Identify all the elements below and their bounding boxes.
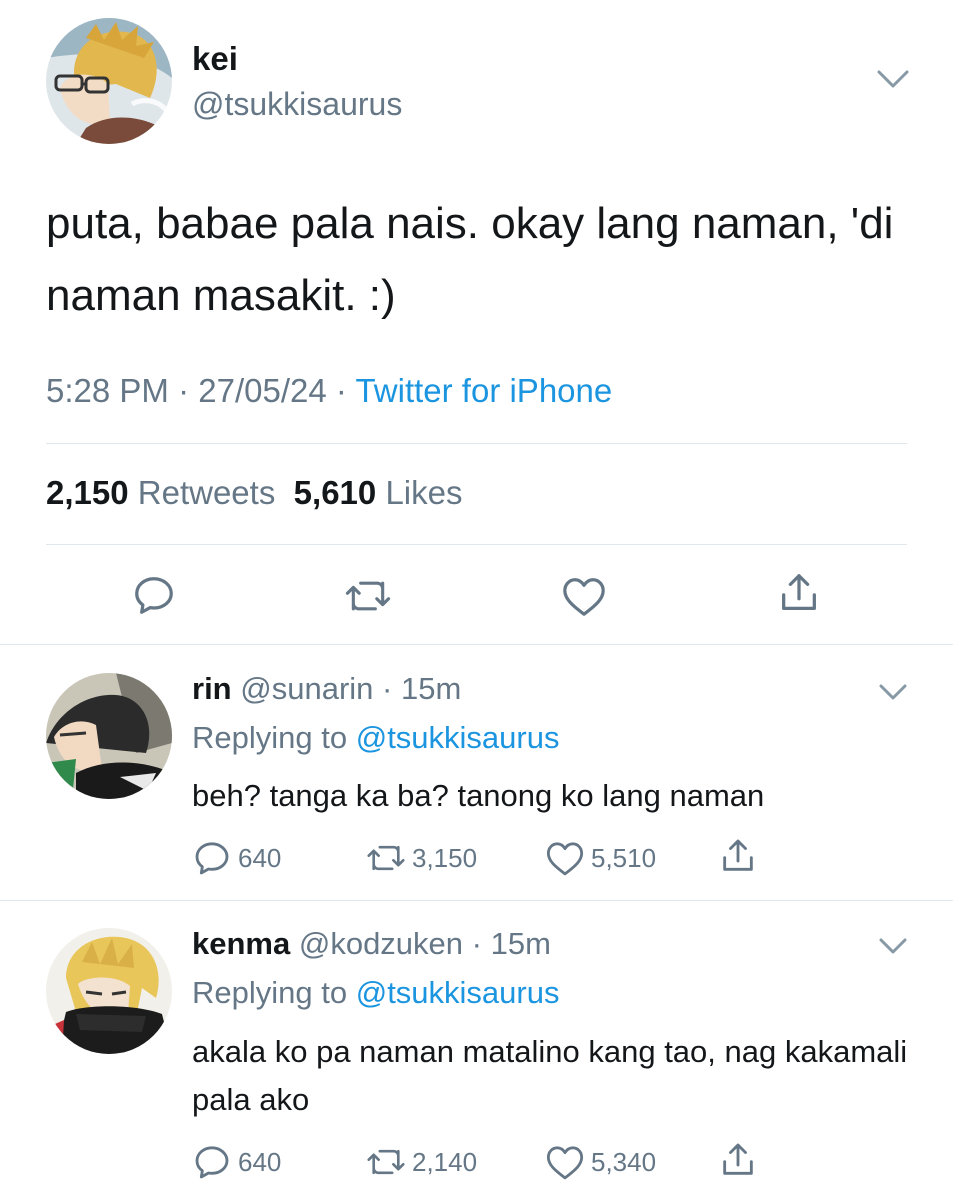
reply-count: 640 [238, 842, 282, 873]
like-action[interactable]: 5,510 [545, 838, 656, 878]
reply-time: 15m [490, 926, 551, 961]
avatar-kenma[interactable] [46, 928, 172, 1054]
reply-action[interactable]: 640 [192, 1142, 281, 1182]
share-icon [723, 1143, 753, 1175]
mention-link[interactable]: @tsukkisaurus [356, 975, 560, 1010]
replying-to: Replying to @tsukkisaurus [192, 720, 559, 756]
reply-action[interactable]: 640 [192, 838, 281, 878]
replying-label: Replying to [192, 975, 348, 1010]
retweet-action[interactable]: 3,150 [366, 838, 477, 878]
retweet-icon[interactable] [344, 574, 392, 618]
tweet-date: 27/05/24 [198, 372, 327, 409]
replying-to: Replying to @tsukkisaurus [192, 975, 559, 1011]
reply-icon[interactable] [131, 572, 177, 618]
retweets-count: 2,150 [46, 474, 129, 511]
avatar-rin[interactable] [46, 673, 172, 799]
share-icon[interactable] [776, 570, 822, 616]
likes-stat[interactable]: 5,610 Likes [294, 474, 463, 511]
heart-icon [546, 842, 584, 876]
retweets-label: Retweets [137, 474, 276, 511]
tweet-time: 5:28 PM [46, 372, 169, 409]
chevron-down-icon[interactable] [878, 682, 908, 704]
like-count: 5,510 [591, 842, 657, 873]
meta-separator: · [463, 926, 491, 961]
reply-header: kenma @kodzuken · 15m [192, 926, 551, 962]
heart-icon [546, 1146, 584, 1180]
divider [0, 900, 953, 901]
likes-count: 5,610 [293, 474, 377, 511]
reply-handle[interactable]: @kodzuken [299, 926, 463, 961]
tweet-meta: 5:28 PM · 27/05/24 · Twitter for iPhone [46, 372, 612, 410]
reply-display-name[interactable]: kenma [192, 926, 290, 961]
tweet-text: puta, babae pala nais. okay lang naman, … [46, 199, 894, 320]
meta-separator: · [335, 372, 356, 409]
reply-header: rin @sunarin · 15m [192, 671, 461, 707]
retweet-count: 2,140 [412, 1146, 478, 1177]
reply-handle[interactable]: @sunarin [240, 671, 373, 706]
like-count: 5,340 [591, 1146, 657, 1177]
chevron-down-icon[interactable] [876, 68, 910, 92]
user-handle[interactable]: @tsukkisaurus [192, 86, 402, 123]
share-action[interactable] [718, 1140, 764, 1180]
divider [46, 443, 907, 444]
like-action[interactable]: 5,340 [545, 1142, 656, 1182]
heart-icon[interactable] [561, 574, 607, 618]
retweet-count: 3,150 [412, 842, 478, 873]
meta-separator: · [178, 372, 199, 409]
tweet-source-link[interactable]: Twitter for iPhone [355, 372, 612, 409]
divider [0, 644, 953, 645]
avatar-kei[interactable] [46, 18, 172, 144]
retweet-action[interactable]: 2,140 [366, 1142, 477, 1182]
divider [46, 544, 907, 545]
retweets-stat[interactable]: 2,150 Retweets [46, 474, 275, 511]
chevron-down-icon[interactable] [878, 936, 908, 958]
replying-label: Replying to [192, 720, 348, 755]
reply-text: beh? tanga ka ba? tanong ko lang naman [192, 778, 765, 813]
reply-display-name[interactable]: rin [192, 671, 232, 706]
tweet-stats: 2,150 Retweets 5,610 Likes [46, 474, 462, 512]
display-name[interactable]: kei [192, 40, 238, 78]
share-icon [723, 839, 753, 871]
reply-icon [195, 1146, 229, 1179]
mention-link[interactable]: @tsukkisaurus [356, 720, 560, 755]
likes-label: Likes [385, 474, 463, 511]
meta-separator: · [373, 671, 401, 706]
reply-icon [195, 842, 229, 875]
share-action[interactable] [718, 836, 764, 876]
reply-text: akala ko pa naman matalino kang tao, nag… [192, 1034, 908, 1117]
retweet-icon [367, 845, 405, 871]
reply-count: 640 [238, 1146, 282, 1177]
retweet-icon [367, 1149, 405, 1175]
reply-time: 15m [400, 671, 462, 706]
